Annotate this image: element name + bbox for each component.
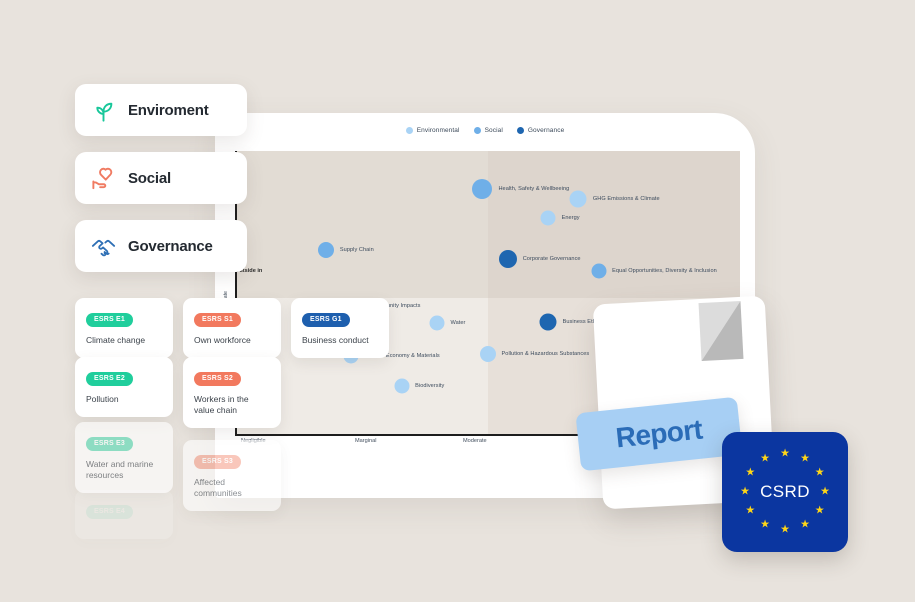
- plant-sprout-icon: [96, 102, 113, 122]
- chart-bubble[interactable]: [317, 242, 334, 258]
- chart-bubble-label: Supply Chain: [339, 246, 374, 253]
- chart-bubble-label: Water: [450, 319, 466, 326]
- esrs-card[interactable]: ESRS E4: [75, 490, 173, 539]
- esrs-card-title: Own workforce: [194, 334, 251, 345]
- esrs-card-title: Climate change: [86, 334, 146, 345]
- esrs-card-title: Pollution: [86, 393, 119, 404]
- x-axis-tick: Marginal: [355, 438, 377, 444]
- esrs-code-badge: ESRS E4: [86, 505, 133, 519]
- chart-bubble-label: Corporate Governance: [522, 255, 581, 262]
- x-axis-tick: Moderate: [463, 438, 487, 444]
- chart-bubble[interactable]: [479, 346, 496, 362]
- chart-bubble[interactable]: [569, 190, 587, 208]
- esrs-card[interactable]: ESRS E1 Climate change: [75, 298, 173, 358]
- screenshot-root: Environmental Social Governance Health, Sa…: [0, 0, 915, 602]
- legend-label: Governance: [527, 126, 565, 134]
- esrs-code-badge: ESRS G1: [302, 313, 350, 327]
- quadrant-top-right: [487, 151, 740, 299]
- chart-bubble[interactable]: [429, 315, 445, 331]
- esrs-code-badge: ESRS S3: [194, 455, 241, 469]
- esrs-card-title: Water and marine resources: [86, 458, 154, 480]
- esrs-card[interactable]: ESRS E3 Water and marine resources: [75, 422, 173, 494]
- legend-swatch-icon: [473, 126, 481, 134]
- category-label: Governance: [128, 237, 213, 255]
- chart-bubble[interactable]: [539, 313, 557, 331]
- esrs-card-title: Business conduct: [302, 334, 369, 345]
- chart-bubble[interactable]: [394, 378, 410, 394]
- category-label: Enviroment: [128, 101, 209, 119]
- chart-bubble-label: Equal Opportunities, Diversity & Inclusi…: [612, 267, 717, 274]
- quadrant-top-left: [235, 151, 488, 299]
- legend-label: Social: [484, 126, 503, 134]
- esrs-code-badge: ESRS S2: [194, 372, 241, 386]
- chart-bubble[interactable]: [498, 250, 517, 268]
- chart-bubble-label: Health, Safety & Wellbeeing: [498, 185, 570, 192]
- esrs-card[interactable]: ESRS G1 Business conduct: [291, 298, 389, 358]
- hand-heart-icon: [92, 167, 113, 189]
- esrs-card[interactable]: ESRS S2 Workers in the value chain: [183, 357, 281, 429]
- esrs-card-title: Workers in the value chain: [194, 393, 249, 415]
- category-card-social[interactable]: Social: [75, 152, 247, 204]
- handshake-icon: [91, 239, 116, 256]
- legend-swatch-icon: [405, 126, 413, 134]
- chart-bubble[interactable]: [540, 210, 556, 226]
- esrs-code-badge: ESRS S1: [194, 313, 241, 327]
- chart-bubble-label: Biodiversity: [415, 382, 445, 389]
- chart-bubble-label: Energy: [561, 214, 580, 221]
- category-card-environment[interactable]: Enviroment: [75, 84, 247, 136]
- legend-label: Environmental: [416, 126, 460, 134]
- csrd-badge[interactable]: ★ ★ ★ ★ ★ ★ ★ ★ ★ ★ ★ ★ CSRD: [722, 432, 848, 552]
- legend-item-governance[interactable]: Governance: [516, 126, 565, 134]
- chart-legend: Environmental Social Governance: [215, 117, 755, 143]
- legend-swatch-icon: [516, 126, 524, 134]
- category-label: Social: [128, 169, 171, 187]
- report-tag-label: Report: [614, 413, 704, 454]
- category-card-governance[interactable]: Governance: [75, 220, 247, 272]
- esrs-card[interactable]: ESRS S3 Affected communities: [183, 440, 281, 512]
- esrs-card[interactable]: ESRS E2 Pollution: [75, 357, 173, 417]
- legend-item-environmental[interactable]: Environmental: [405, 126, 460, 134]
- csrd-badge-label: CSRD: [760, 482, 810, 501]
- chart-bubble-label: Pollution & Hazardous Substances: [501, 350, 590, 357]
- esrs-card[interactable]: ESRS S1 Own workforce: [183, 298, 281, 358]
- esrs-code-badge: ESRS E2: [86, 372, 133, 386]
- esrs-code-badge: ESRS E1: [86, 313, 133, 327]
- chart-bubble[interactable]: [472, 179, 493, 199]
- document-fold-shadow: [698, 300, 744, 362]
- legend-item-social[interactable]: Social: [473, 126, 503, 134]
- esrs-code-badge: ESRS E3: [86, 437, 133, 451]
- chart-bubble-label: GHG Emissions & Climate: [592, 195, 660, 202]
- esrs-card-title: Affected communities: [194, 476, 242, 498]
- chart-bubble[interactable]: [591, 263, 607, 279]
